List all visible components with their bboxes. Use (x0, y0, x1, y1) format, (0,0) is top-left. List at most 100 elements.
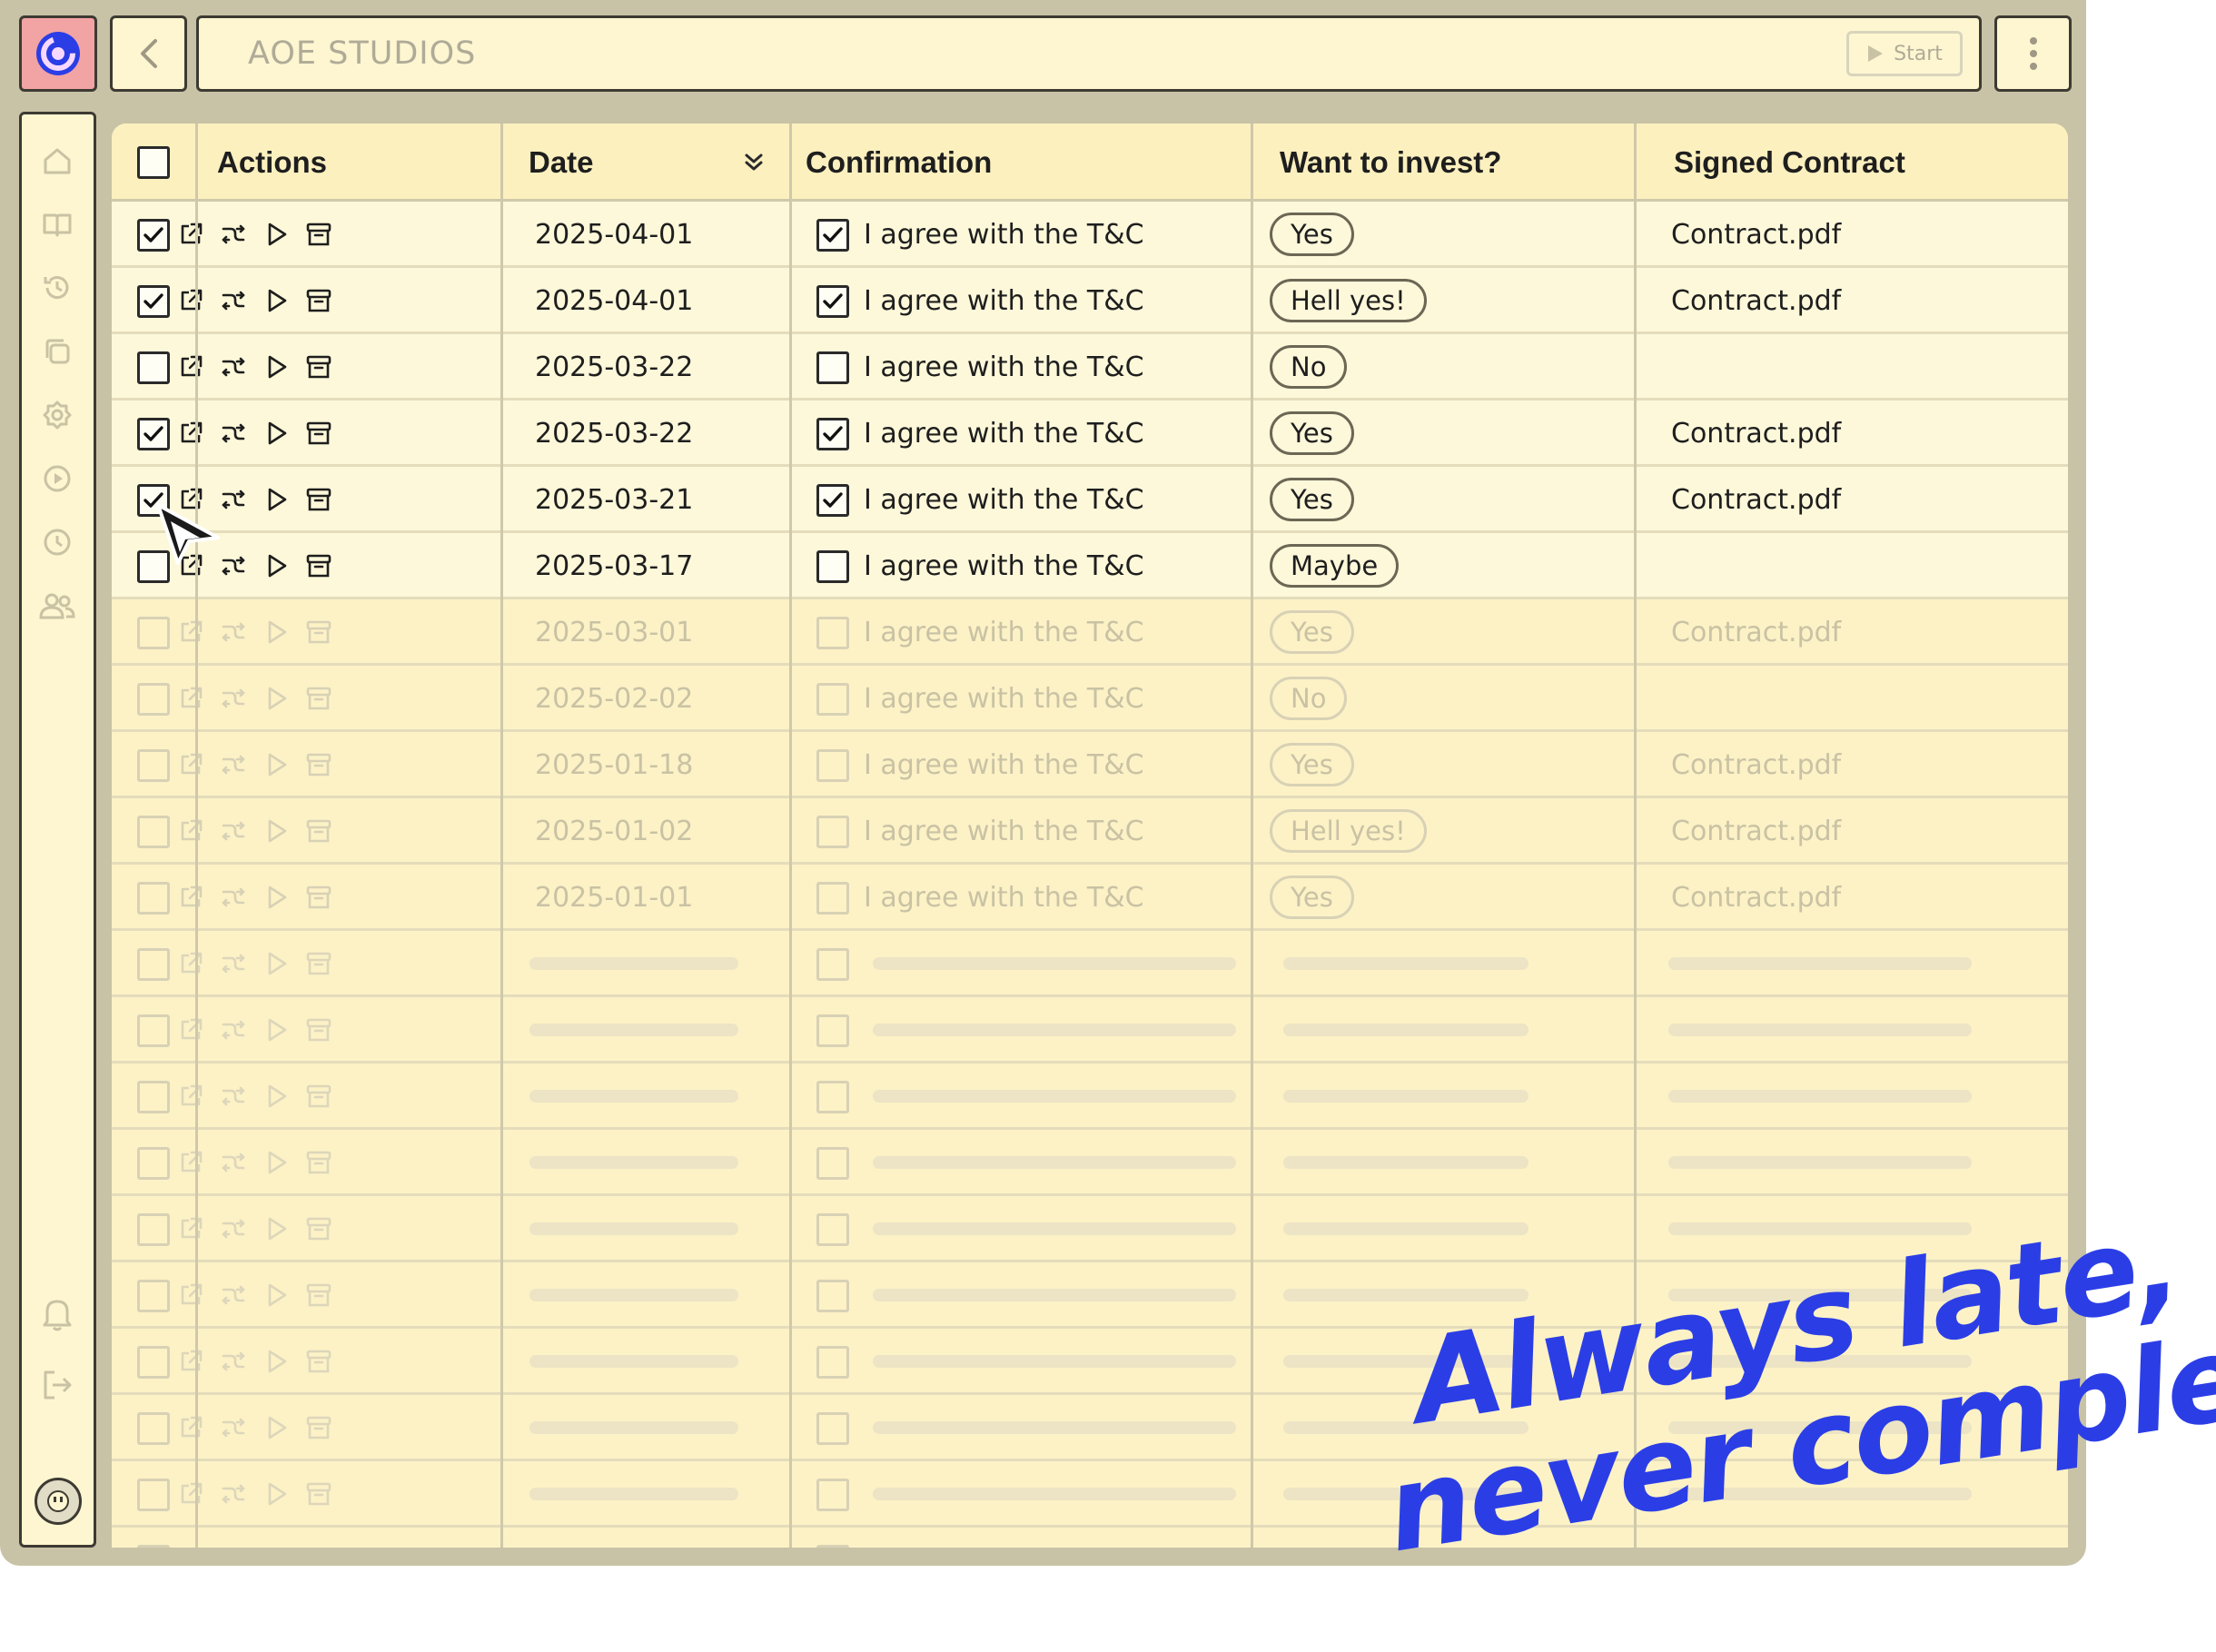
workflow-icon[interactable] (218, 418, 249, 449)
archive-icon[interactable] (303, 418, 334, 449)
back-button[interactable] (110, 15, 187, 92)
history-icon[interactable] (37, 268, 77, 308)
contract-file-link[interactable]: Contract.pdf (1671, 202, 1841, 268)
workflow-icon[interactable] (218, 683, 249, 714)
row-select-checkbox[interactable] (137, 418, 170, 450)
contract-file-link[interactable]: Contract.pdf (1671, 798, 1841, 865)
row-select-checkbox[interactable] (137, 1081, 170, 1113)
row-select-checkbox[interactable] (137, 1147, 170, 1180)
play-icon[interactable] (261, 816, 292, 846)
archive-icon[interactable] (303, 285, 334, 316)
archive-icon[interactable] (303, 816, 334, 846)
play-icon[interactable] (261, 617, 292, 648)
workflow-icon[interactable] (218, 816, 249, 846)
play-circle-icon[interactable] (37, 459, 77, 499)
table-row[interactable]: 2025-03-22 I agree with the T&C No (112, 334, 2068, 401)
play-icon[interactable] (261, 351, 292, 382)
sort-descending-icon[interactable] (738, 147, 769, 178)
confirmation-checkbox[interactable] (816, 484, 849, 517)
book-icon[interactable] (37, 204, 77, 244)
table-row[interactable]: 2025-02-02 I agree with the T&C No (112, 666, 2068, 732)
row-select-checkbox[interactable] (137, 285, 170, 318)
select-all-checkbox[interactable] (137, 146, 170, 179)
row-select-checkbox[interactable] (137, 1412, 170, 1445)
row-select-checkbox[interactable] (137, 1014, 170, 1047)
play-icon[interactable] (261, 882, 292, 913)
invest-tag[interactable]: No (1270, 345, 1348, 389)
archive-icon[interactable] (303, 882, 334, 913)
settings-icon[interactable] (37, 395, 77, 435)
table-row[interactable]: 2025-01-01 I agree with the T&C Yes Contrac… (112, 865, 2068, 931)
table-row[interactable]: 2025-03-17 I agree with the T&C Maybe (112, 533, 2068, 599)
confirmation-checkbox[interactable] (816, 749, 849, 782)
confirmation-checkbox[interactable] (816, 418, 849, 450)
invest-tag[interactable]: Yes (1270, 610, 1354, 654)
row-select-checkbox[interactable] (137, 882, 170, 915)
play-icon[interactable] (261, 285, 292, 316)
workflow-icon[interactable] (218, 219, 249, 250)
invest-tag[interactable]: Yes (1270, 411, 1354, 455)
confirmation-checkbox[interactable] (816, 617, 849, 649)
confirmation-checkbox[interactable] (816, 285, 849, 318)
confirmation-checkbox[interactable] (816, 816, 849, 848)
clock-icon[interactable] (37, 522, 77, 562)
archive-icon[interactable] (303, 351, 334, 382)
more-menu-button[interactable] (1994, 15, 2072, 92)
contract-file-link[interactable]: Contract.pdf (1671, 865, 1841, 931)
row-select-checkbox[interactable] (137, 683, 170, 716)
table-row[interactable]: 2025-04-01 I agree with the T&C Hell yes! C… (112, 268, 2068, 334)
table-row[interactable]: 2025-04-01 I agree with the T&C Yes Contrac… (112, 202, 2068, 268)
invest-tag[interactable]: Yes (1270, 743, 1354, 786)
external-link-icon[interactable] (175, 219, 206, 250)
row-select-checkbox[interactable] (137, 1213, 170, 1246)
external-link-icon[interactable] (175, 683, 206, 714)
invest-tag[interactable]: Yes (1270, 875, 1354, 919)
row-select-checkbox[interactable] (137, 816, 170, 848)
invest-tag[interactable]: Hell yes! (1270, 809, 1427, 853)
logout-icon[interactable] (37, 1365, 77, 1405)
start-button[interactable]: Start (1846, 31, 1963, 76)
app-logo[interactable] (19, 15, 97, 92)
contract-file-link[interactable]: Contract.pdf (1671, 599, 1841, 666)
row-select-checkbox[interactable] (137, 948, 170, 981)
confirmation-checkbox[interactable] (816, 351, 849, 384)
play-icon[interactable] (261, 484, 292, 515)
workflow-icon[interactable] (218, 351, 249, 382)
header-date[interactable]: Date (529, 124, 594, 202)
play-icon[interactable] (261, 418, 292, 449)
external-link-icon[interactable] (175, 749, 206, 780)
row-select-checkbox[interactable] (137, 749, 170, 782)
archive-icon[interactable] (303, 617, 334, 648)
external-link-icon[interactable] (175, 816, 206, 846)
archive-icon[interactable] (303, 749, 334, 780)
invest-tag[interactable]: Yes (1270, 478, 1354, 521)
table-row[interactable]: 2025-01-18 I agree with the T&C Yes Contrac… (112, 732, 2068, 798)
row-select-checkbox[interactable] (137, 617, 170, 649)
external-link-icon[interactable] (175, 418, 206, 449)
row-select-checkbox[interactable] (137, 1545, 170, 1548)
play-icon[interactable] (261, 749, 292, 780)
play-icon[interactable] (261, 219, 292, 250)
table-row[interactable]: 2025-03-21 I agree with the T&C Yes Contrac… (112, 467, 2068, 533)
workflow-icon[interactable] (218, 285, 249, 316)
external-link-icon[interactable] (175, 617, 206, 648)
table-row[interactable]: 2025-03-01 I agree with the T&C Yes Contrac… (112, 599, 2068, 666)
invest-tag[interactable]: Yes (1270, 213, 1354, 256)
copy-icon[interactable] (37, 331, 77, 371)
play-icon[interactable] (261, 550, 292, 581)
table-row[interactable]: 2025-03-22 I agree with the T&C Yes Contrac… (112, 401, 2068, 467)
external-link-icon[interactable] (175, 882, 206, 913)
home-icon[interactable] (37, 141, 77, 181)
row-select-checkbox[interactable] (137, 1280, 170, 1312)
row-select-checkbox[interactable] (137, 219, 170, 252)
invest-tag[interactable]: No (1270, 677, 1348, 720)
confirmation-checkbox[interactable] (816, 219, 849, 252)
confirmation-checkbox[interactable] (816, 882, 849, 915)
contract-file-link[interactable]: Contract.pdf (1671, 268, 1841, 334)
archive-icon[interactable] (303, 484, 334, 515)
confirmation-checkbox[interactable] (816, 683, 849, 716)
row-select-checkbox[interactable] (137, 1346, 170, 1379)
confirmation-checkbox[interactable] (816, 550, 849, 583)
external-link-icon[interactable] (175, 285, 206, 316)
row-select-checkbox[interactable] (137, 351, 170, 384)
